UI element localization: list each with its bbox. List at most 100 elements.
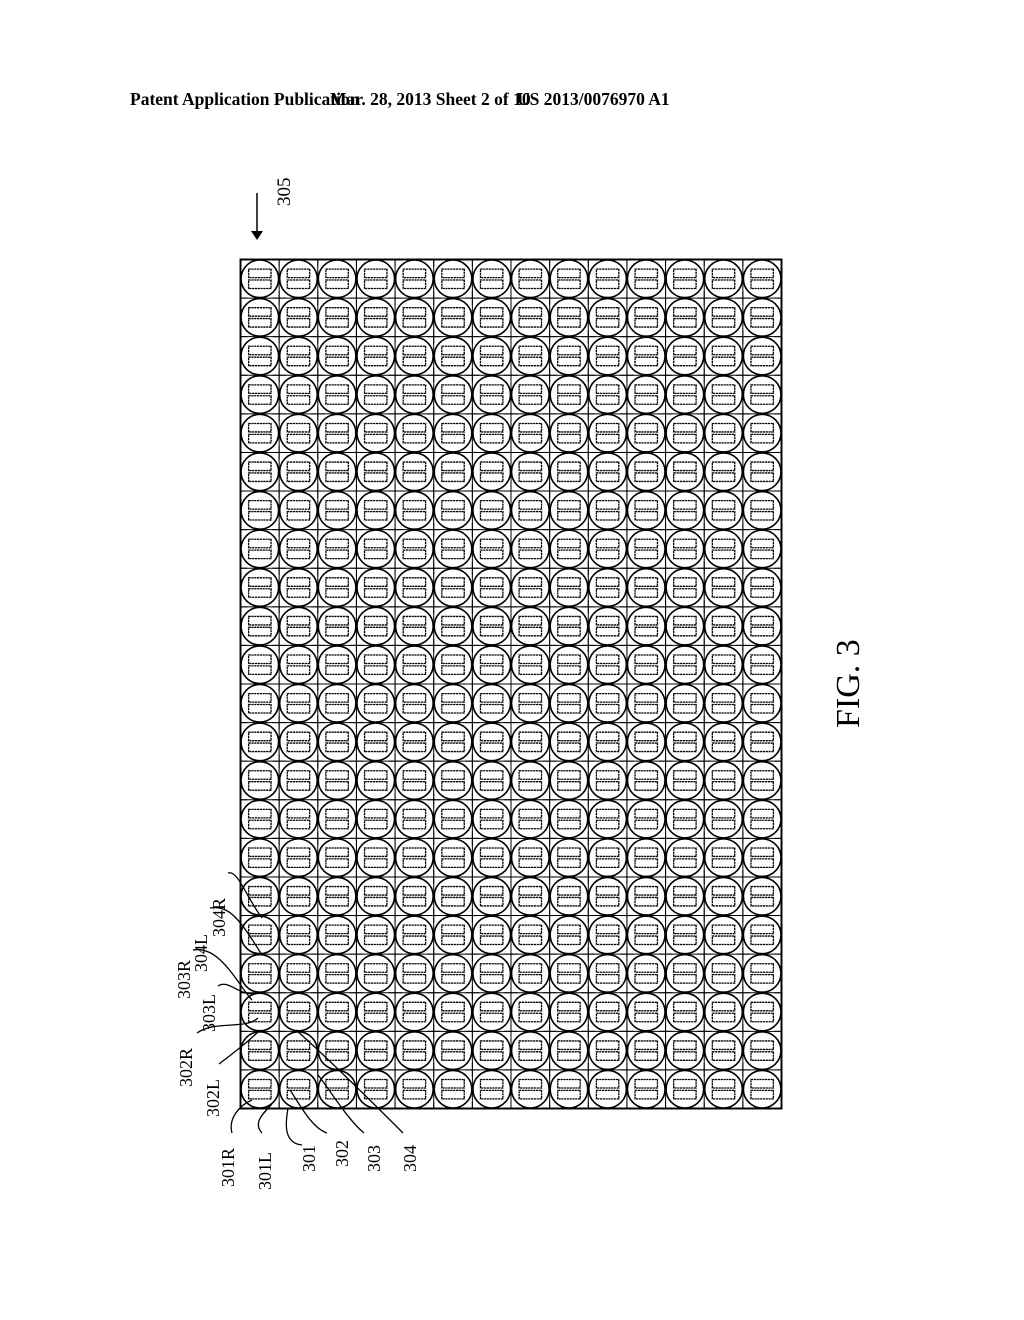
pixel-cell xyxy=(665,567,705,608)
pixel-cell xyxy=(356,1069,396,1109)
pixel-cell xyxy=(433,452,473,492)
microlens-circle xyxy=(665,876,705,916)
pixel-cell xyxy=(665,953,705,994)
pixel-cell xyxy=(626,413,666,453)
microlens-circle xyxy=(240,683,280,723)
microlens-circle xyxy=(278,297,319,337)
pixel-cell xyxy=(703,529,744,569)
pixel-cell xyxy=(240,992,280,1032)
microlens-circle xyxy=(433,799,473,839)
microlens-circle xyxy=(240,297,280,337)
microlens-circle xyxy=(665,1069,705,1109)
pixel-cell xyxy=(394,259,434,299)
pixel-cell xyxy=(394,606,434,646)
pixel-cell xyxy=(742,1069,782,1109)
microlens-circle xyxy=(356,683,396,723)
microlens-circle xyxy=(510,374,550,415)
microlens-circle xyxy=(588,876,628,916)
pixel-cell xyxy=(472,915,512,955)
pixel-cell xyxy=(510,760,550,801)
pixel-cell xyxy=(394,876,434,916)
pixel-cell xyxy=(472,413,512,453)
pixel-cell xyxy=(549,413,589,453)
pixel-cell xyxy=(240,683,280,723)
pixel-cell xyxy=(240,1031,280,1071)
pixel-cell xyxy=(317,760,357,801)
microlens-circle xyxy=(472,336,512,376)
microlens-circle xyxy=(278,683,319,723)
pixel-cell xyxy=(665,645,705,685)
microlens-circle xyxy=(588,799,628,839)
microlens-circle xyxy=(703,1031,744,1071)
microlens-circle xyxy=(317,336,357,376)
label-302: 302 xyxy=(332,1140,352,1167)
microlens-circle xyxy=(240,876,280,916)
pixel-cell xyxy=(394,567,434,608)
microlens-circle xyxy=(240,799,280,839)
microlens-circle xyxy=(588,374,628,415)
microlens-circle xyxy=(356,374,396,415)
pixel-cell xyxy=(703,452,744,492)
pixel-cell xyxy=(278,645,319,685)
pixel-cell xyxy=(742,838,782,878)
microlens-circle xyxy=(394,799,434,839)
microlens-circle xyxy=(742,413,782,453)
pixel-cell xyxy=(240,876,280,916)
microlens-circle xyxy=(742,567,782,608)
pixel-cell xyxy=(433,953,473,994)
microlens-circle xyxy=(240,992,280,1032)
microlens-circle xyxy=(742,1031,782,1071)
microlens-circle xyxy=(240,529,280,569)
microlens-circle xyxy=(510,876,550,916)
microlens-circle xyxy=(588,259,628,299)
pixel-cell xyxy=(356,760,396,801)
pixel-cell xyxy=(742,490,782,530)
pixel-cell xyxy=(317,374,357,415)
microlens-circle xyxy=(626,567,666,608)
pixel-cell xyxy=(240,490,280,530)
microlens-circle xyxy=(510,529,550,569)
microlens-circle xyxy=(549,760,589,801)
microlens-circle xyxy=(742,336,782,376)
pixel-cell xyxy=(742,799,782,839)
pixel-cell xyxy=(510,876,550,916)
microlens-circle xyxy=(278,606,319,646)
pixel-cell xyxy=(626,683,666,723)
microlens-circle xyxy=(240,259,280,299)
microlens-circle xyxy=(433,297,473,337)
pixel-cell xyxy=(665,992,705,1032)
microlens-circle xyxy=(356,1031,396,1071)
pixel-cell xyxy=(394,915,434,955)
microlens-circle xyxy=(433,1069,473,1109)
pixel-cell xyxy=(356,529,396,569)
pixel-cell xyxy=(240,645,280,685)
microlens-circle xyxy=(665,529,705,569)
microlens-circle xyxy=(433,529,473,569)
pixel-cell xyxy=(549,915,589,955)
pixel-cell xyxy=(394,1031,434,1071)
microlens-circle xyxy=(317,529,357,569)
pixel-cell xyxy=(703,953,744,994)
microlens-circle xyxy=(665,760,705,801)
microlens-circle xyxy=(626,374,666,415)
pixel-cell xyxy=(240,259,280,299)
pixel-cell xyxy=(317,259,357,299)
pixel-cell xyxy=(588,606,628,646)
microlens-circle xyxy=(240,567,280,608)
microlens-circle xyxy=(278,259,319,299)
pixel-cell xyxy=(278,953,319,994)
microlens-circle xyxy=(626,760,666,801)
pixel-cell xyxy=(665,374,705,415)
pixel-cell xyxy=(510,452,550,492)
microlens-circle xyxy=(356,567,396,608)
microlens-circle xyxy=(665,490,705,530)
microlens-circle xyxy=(317,374,357,415)
pixel-cell xyxy=(433,1069,473,1109)
microlens-circle xyxy=(472,915,512,955)
microlens-circle xyxy=(356,297,396,337)
microlens-circle xyxy=(510,760,550,801)
pixel-cell xyxy=(278,452,319,492)
pixel-cell xyxy=(703,1031,744,1071)
pixel-cell xyxy=(626,1031,666,1071)
microlens-circle xyxy=(356,915,396,955)
